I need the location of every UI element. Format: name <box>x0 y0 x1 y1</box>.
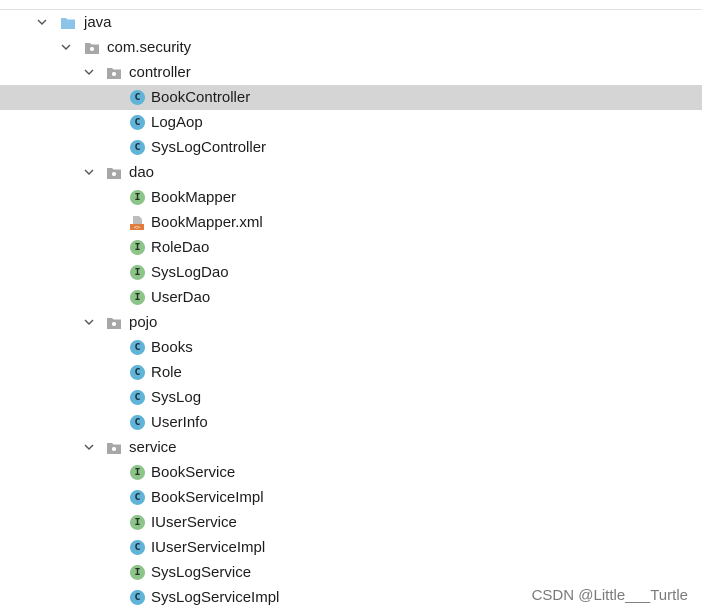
tree-item-syslogservice[interactable]: I SysLogService <box>0 560 702 585</box>
tree-item-label: BookController <box>151 89 251 106</box>
tree-node-label: pojo <box>129 314 158 331</box>
interface-icon: I <box>130 290 145 305</box>
chevron-down-icon[interactable] <box>61 43 71 51</box>
class-icon: C <box>130 590 145 605</box>
tree-item-label: Books <box>151 339 193 356</box>
tree-item-userinfo[interactable]: C UserInfo <box>0 410 702 435</box>
interface-icon: I <box>130 265 145 280</box>
tree-item-label: IUserService <box>151 514 237 531</box>
tree-item-label: SysLogController <box>151 139 267 156</box>
interface-icon: I <box>130 515 145 530</box>
tree-item-iuserservice[interactable]: I IUserService <box>0 510 702 535</box>
tree-node-dao[interactable]: dao <box>0 160 702 185</box>
class-icon: C <box>130 115 145 130</box>
tree-item-label: SysLogServiceImpl <box>151 589 280 606</box>
tree-item-label: IUserServiceImpl <box>151 539 266 556</box>
package-icon <box>107 318 121 329</box>
chevron-down-icon[interactable] <box>84 68 94 76</box>
chevron-down-icon[interactable] <box>84 168 94 176</box>
tree-item-label: UserDao <box>151 289 211 306</box>
tree-item-label: SysLogDao <box>151 264 229 281</box>
tree-item-label: BookService <box>151 464 236 481</box>
tree-item-label: UserInfo <box>151 414 208 431</box>
tree-item-roledao[interactable]: I RoleDao <box>0 235 702 260</box>
tree-item-userdao[interactable]: I UserDao <box>0 285 702 310</box>
xml-file-icon: <> <box>130 216 144 231</box>
tree-item-role[interactable]: C Role <box>0 360 702 385</box>
tree-item-logaop[interactable]: C LogAop <box>0 110 702 135</box>
tree-node-pojo[interactable]: pojo <box>0 310 702 335</box>
tree-item-bookmapper[interactable]: I BookMapper <box>0 185 702 210</box>
tree-node-controller[interactable]: controller <box>0 60 702 85</box>
tree-item-bookmapper-xml[interactable]: <> BookMapper.xml <box>0 210 702 235</box>
tree-node-java[interactable]: java <box>0 10 702 35</box>
class-icon: C <box>130 90 145 105</box>
tree-node-com-security[interactable]: com.security <box>0 35 702 60</box>
tree-item-label: SysLogService <box>151 564 252 581</box>
class-icon: C <box>130 490 145 505</box>
class-icon: C <box>130 365 145 380</box>
tree-item-label: BookMapper.xml <box>151 214 263 231</box>
interface-icon: I <box>130 190 145 205</box>
tree-item-bookcontroller[interactable]: C BookController <box>0 85 702 110</box>
tree-item-bookserviceimpl[interactable]: C BookServiceImpl <box>0 485 702 510</box>
tree-node-label: dao <box>129 164 155 181</box>
package-icon <box>107 68 121 79</box>
project-tree: java com.security controller C BookContr… <box>0 10 702 610</box>
interface-icon: I <box>130 240 145 255</box>
interface-icon: I <box>130 465 145 480</box>
class-icon: C <box>130 340 145 355</box>
class-icon: C <box>130 390 145 405</box>
tree-item-label: RoleDao <box>151 239 210 256</box>
tree-node-label: java <box>84 14 112 31</box>
tree-item-label: Role <box>151 364 182 381</box>
class-icon: C <box>130 415 145 430</box>
folder-icon <box>61 18 75 29</box>
tree-item-iuserserviceimpl[interactable]: C IUserServiceImpl <box>0 535 702 560</box>
tree-item-label: SysLog <box>151 389 202 406</box>
top-border <box>0 0 702 10</box>
package-icon <box>107 443 121 454</box>
svg-text:<>: <> <box>134 225 140 231</box>
tree-item-bookservice[interactable]: I BookService <box>0 460 702 485</box>
watermark: CSDN @Little___Turtle <box>531 587 688 604</box>
tree-item-label: BookServiceImpl <box>151 489 264 506</box>
chevron-down-icon[interactable] <box>37 18 47 26</box>
tree-node-service[interactable]: service <box>0 435 702 460</box>
tree-item-syslogcontroller[interactable]: C SysLogController <box>0 135 702 160</box>
tree-node-label: service <box>129 439 177 456</box>
tree-item-syslog[interactable]: C SysLog <box>0 385 702 410</box>
tree-item-label: LogAop <box>151 114 203 131</box>
class-icon: C <box>130 540 145 555</box>
package-icon <box>107 168 121 179</box>
class-icon: C <box>130 140 145 155</box>
tree-item-syslogdao[interactable]: I SysLogDao <box>0 260 702 285</box>
chevron-down-icon[interactable] <box>84 443 94 451</box>
package-icon <box>85 43 99 54</box>
tree-item-books[interactable]: C Books <box>0 335 702 360</box>
chevron-down-icon[interactable] <box>84 318 94 326</box>
tree-node-label: controller <box>129 64 191 81</box>
tree-node-label: com.security <box>107 39 192 56</box>
interface-icon: I <box>130 565 145 580</box>
tree-item-label: BookMapper <box>151 189 237 206</box>
